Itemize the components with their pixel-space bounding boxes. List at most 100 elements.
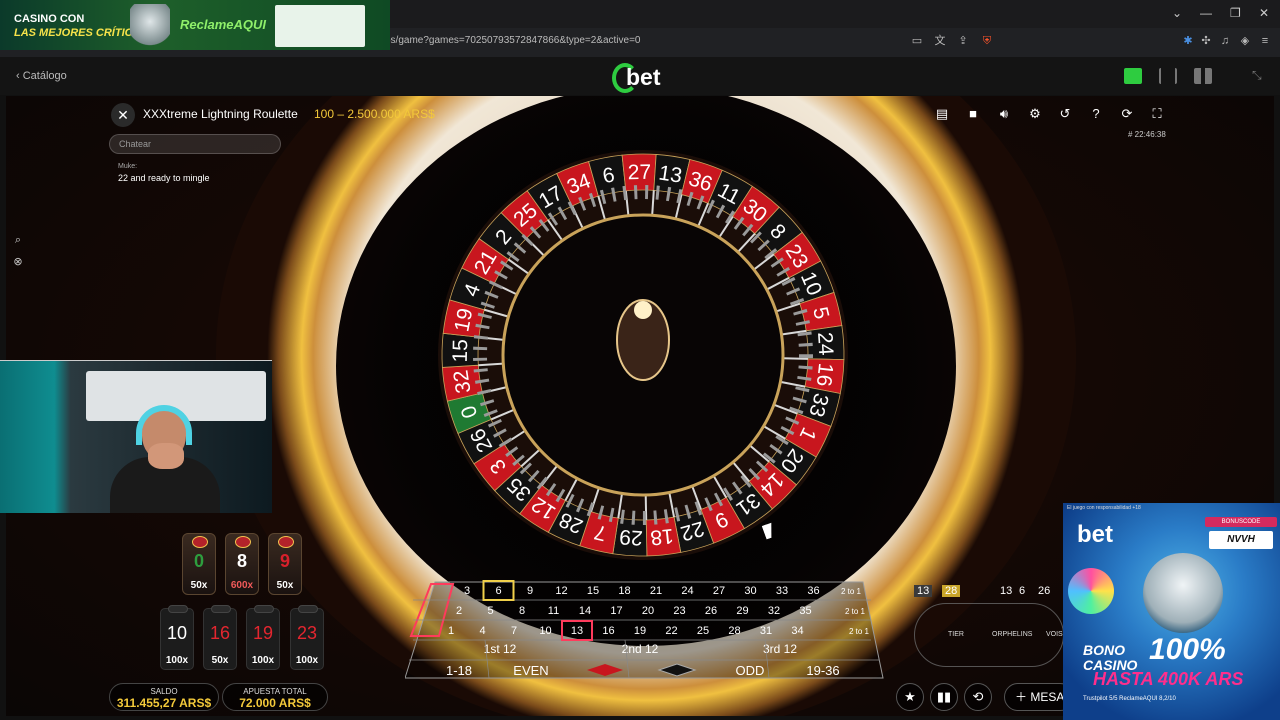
bet-number[interactable]: 33 bbox=[776, 585, 788, 597]
translate-icon[interactable]: 文 bbox=[933, 34, 947, 48]
bet-number[interactable]: 6 bbox=[495, 585, 501, 597]
close-icon[interactable]: ⊗ bbox=[10, 254, 26, 270]
chat-username: Muke: bbox=[118, 163, 138, 170]
refresh-icon[interactable]: ⟳ bbox=[1115, 103, 1139, 125]
lightning-icon bbox=[278, 536, 294, 548]
chat-icon[interactable]: ▤ bbox=[930, 103, 954, 125]
promo-line1: BONO bbox=[1083, 642, 1125, 658]
bet-number[interactable]: 28 bbox=[728, 625, 740, 637]
bet-number[interactable]: 12 bbox=[555, 585, 567, 597]
layout-single-button[interactable] bbox=[1124, 68, 1142, 84]
astronaut-mascot-image bbox=[1143, 553, 1223, 633]
betting-table[interactable]: 3 6 9 12 15 18 21 24 27 30 33 36 2 to 1 2 5 8 11 14 17 20 23… bbox=[404, 578, 885, 688]
restore-icon[interactable]: ❐ bbox=[1230, 6, 1241, 20]
bet-number[interactable]: 27 bbox=[713, 585, 725, 597]
bet-number[interactable]: 5 bbox=[487, 605, 493, 617]
menu-icon[interactable]: ≡ bbox=[1258, 34, 1272, 48]
bet-number[interactable]: 11 bbox=[548, 605, 559, 617]
extension-icon[interactable]: ✱ bbox=[1181, 34, 1195, 48]
result-number: 23 bbox=[296, 623, 318, 643]
chat-input[interactable]: Chatear bbox=[109, 134, 281, 154]
bet-number[interactable]: 35 bbox=[799, 605, 811, 617]
column-bet[interactable]: 2 to 1 bbox=[845, 607, 866, 616]
back-to-catalog-link[interactable]: ‹ Catálogo bbox=[16, 70, 67, 82]
bet-number[interactable]: 31 bbox=[760, 625, 772, 637]
brave-shield-icon[interactable]: ⛨ bbox=[980, 34, 994, 48]
share-icon[interactable]: ⇪ bbox=[956, 34, 970, 48]
bet-number[interactable]: 16 bbox=[602, 625, 614, 637]
dozen-bet[interactable]: 1st 12 bbox=[484, 642, 517, 656]
bet-number[interactable]: 9 bbox=[527, 585, 533, 597]
betting-table-svg[interactable]: 3 6 9 12 15 18 21 24 27 30 33 36 2 to 12 5 8 11 14 17 20 23… bbox=[404, 578, 885, 688]
promo-ad[interactable]: El juego con responsabilidad +18 bet BON… bbox=[1063, 503, 1280, 720]
repeat-icon[interactable]: ⟲ bbox=[964, 683, 992, 711]
video-icon[interactable]: ■ bbox=[961, 103, 985, 125]
wheel-number: 32 bbox=[449, 368, 475, 394]
bet-number[interactable]: 15 bbox=[587, 585, 599, 597]
puzzle-icon[interactable]: ✣ bbox=[1199, 34, 1213, 48]
recent-number: 6 bbox=[1019, 585, 1026, 597]
bet-number[interactable]: 20 bbox=[642, 605, 654, 617]
minimize-icon[interactable]: — bbox=[1200, 6, 1212, 20]
racetrack-tier[interactable]: TIER bbox=[948, 631, 964, 638]
bet-number[interactable]: 36 bbox=[807, 585, 819, 597]
dozen-bet[interactable]: 3rd 12 bbox=[763, 642, 797, 656]
top-banner-ad[interactable]: CASINO CON LAS MEJORES CRÍTICAS ReclameA… bbox=[0, 0, 390, 50]
lucky-multiplier: 600x bbox=[230, 580, 254, 591]
result-number: 16 bbox=[209, 623, 231, 643]
bet-number[interactable]: 10 bbox=[539, 625, 551, 637]
fullscreen-exit-icon[interactable]: ⤡ bbox=[1252, 68, 1270, 84]
bet-number[interactable]: 8 bbox=[519, 605, 525, 617]
turret-top bbox=[634, 301, 652, 319]
bet-number[interactable]: 2 bbox=[456, 605, 462, 617]
balance-label: SALDO bbox=[150, 687, 178, 696]
statistics-icon[interactable]: ▮▮ bbox=[930, 683, 958, 711]
bet-number[interactable]: 13 bbox=[571, 625, 583, 637]
bet-number[interactable]: 23 bbox=[673, 605, 685, 617]
bet-number[interactable]: 24 bbox=[681, 585, 693, 597]
settings-icon[interactable]: ⚙ bbox=[1023, 103, 1047, 125]
bet-number[interactable]: 34 bbox=[791, 625, 803, 637]
column-bet[interactable]: 2 to 1 bbox=[849, 627, 870, 636]
search-icon[interactable]: ⌕ bbox=[10, 232, 26, 248]
outside-bet[interactable]: 1-18 bbox=[446, 663, 472, 678]
bet-number[interactable]: 14 bbox=[579, 605, 591, 617]
bet-number[interactable]: 3 bbox=[464, 585, 470, 597]
bet-number[interactable]: 19 bbox=[634, 625, 646, 637]
bet-number[interactable]: 17 bbox=[610, 605, 622, 617]
history-icon[interactable]: ↺ bbox=[1053, 103, 1077, 125]
close-game-button[interactable]: ✕ bbox=[111, 103, 135, 127]
favorite-star-icon[interactable]: ★ bbox=[896, 683, 924, 711]
bet-number[interactable]: 1 bbox=[448, 625, 454, 637]
chevron-down-icon[interactable]: ⌄ bbox=[1172, 6, 1182, 20]
racetrack-orphelins[interactable]: ORPHELINS bbox=[992, 631, 1032, 638]
bet-number[interactable]: 25 bbox=[697, 625, 709, 637]
bet-number[interactable]: 4 bbox=[479, 625, 485, 637]
close-window-icon[interactable]: ✕ bbox=[1259, 6, 1269, 20]
bet-number[interactable]: 29 bbox=[736, 605, 748, 617]
outside-bet[interactable]: EVEN bbox=[513, 663, 548, 678]
bet-number[interactable]: 26 bbox=[705, 605, 717, 617]
layout-split-button[interactable] bbox=[1159, 68, 1177, 84]
volume-icon[interactable]: 🔊︎ bbox=[992, 103, 1016, 125]
bet-number[interactable]: 18 bbox=[618, 585, 630, 597]
bet-number[interactable]: 22 bbox=[665, 625, 677, 637]
layout-grid-button[interactable] bbox=[1194, 68, 1212, 84]
music-icon[interactable]: ♫ bbox=[1218, 34, 1232, 48]
bet-number[interactable]: 32 bbox=[768, 605, 780, 617]
column-bet[interactable]: 2 to 1 bbox=[841, 587, 862, 596]
bet-number[interactable]: 30 bbox=[744, 585, 756, 597]
wheel-number: 13 bbox=[657, 161, 684, 187]
bet-number[interactable]: 21 bbox=[650, 585, 662, 597]
cast-icon[interactable]: ▭ bbox=[910, 34, 924, 48]
outside-bet[interactable]: ODD bbox=[736, 663, 765, 678]
bet-number[interactable]: 7 bbox=[511, 625, 517, 637]
vpn-icon[interactable]: ◈ bbox=[1238, 34, 1252, 48]
outside-bet[interactable]: 19-36 bbox=[806, 663, 839, 678]
racetrack-oval[interactable] bbox=[914, 603, 1064, 667]
wheel-number: 19 bbox=[450, 306, 477, 333]
fullscreen-icon[interactable]: ⛶ bbox=[1145, 103, 1169, 125]
dozen-bet[interactable]: 2nd 12 bbox=[622, 642, 659, 656]
help-icon[interactable]: ? bbox=[1084, 103, 1108, 125]
site-logo[interactable]: bet bbox=[612, 62, 668, 94]
